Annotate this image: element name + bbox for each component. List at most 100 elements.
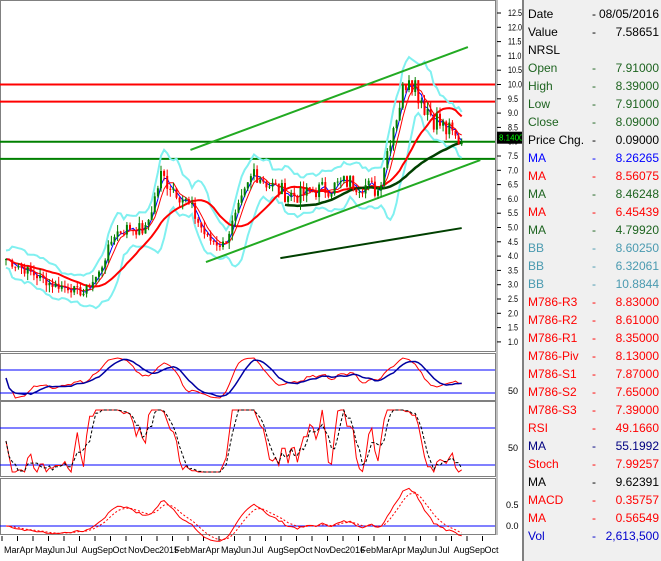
x-tick-label: Mar [190,545,206,555]
x-tick-label: Aug [268,545,284,555]
candle-body [420,100,423,104]
info-value: 55.1992 [615,439,659,453]
info-dash: - [592,313,596,327]
info-row: M786-Piv - 8.13000 [528,347,659,365]
candle-body [150,212,153,220]
candle-body [445,121,448,135]
candle-body [243,188,246,196]
info-dash: - [592,25,596,39]
candle-body [377,190,379,196]
x-tick-label: Feb [175,545,191,555]
info-label: Value [528,25,558,39]
candle-body [346,176,348,187]
candle-body [395,120,398,129]
candle-body [392,128,395,146]
candle-body [361,191,364,194]
candle-body [364,185,367,194]
info-value: 8.60250 [615,241,659,255]
candle-body [401,84,404,108]
info-label: MA [528,205,546,219]
candle-body [85,285,88,294]
info-value: 0.56549 [615,511,659,525]
candle-body [370,180,373,182]
candle-body [367,180,370,186]
candle-body [246,182,249,189]
info-row: M786-R3- 8.83000 [528,293,659,311]
candle-body [14,266,17,268]
info-value: 8.46248 [615,187,659,201]
candle-body [129,224,131,230]
candle-body [423,100,426,115]
y-tick-label: 9.5 [508,94,518,104]
candle-body [299,187,302,203]
info-dash: - [592,457,596,471]
info-value: 7.65000 [615,385,659,399]
info-label: Price Chg. [528,133,585,147]
candle-body [209,234,212,241]
info-row: Stoch - 7.99257 [528,455,659,473]
info-label: MA [528,169,546,183]
info-label: MA [528,187,546,201]
y-tick-label: 10.0 [508,80,522,90]
candle-body [231,220,234,234]
info-row: Low - 7.91000 [528,95,659,113]
info-label: RSI [528,421,549,435]
info-dash: - [592,529,596,543]
info-value: 8.83000 [615,295,659,309]
panel-frame [0,0,496,352]
info-value: 08/05/2016 [598,7,659,21]
candle-body [352,176,355,190]
candle-body [135,230,138,235]
x-tick-label: Mar [4,545,20,555]
candle-body [132,229,135,231]
candle-body [327,192,330,197]
candle-body [373,181,376,196]
info-value: 10.8844 [615,277,659,291]
y-tick-label: 4.5 [508,237,518,247]
candle-body [141,223,144,234]
y-tick-label: 11.5 [508,37,522,47]
candle-body [197,218,200,223]
y-tick-label: 1.5 [508,323,518,333]
candle-body [215,242,218,246]
info-label: MA [528,475,546,489]
candle-body [414,80,417,93]
candle-body [169,188,172,190]
candle-body [122,233,125,235]
candle-body [23,267,26,274]
candle-body [277,183,280,195]
info-row: MACD - 0.35757 [528,491,659,509]
candle-body [212,240,215,243]
candle-body [45,278,48,286]
candle-body [11,259,14,267]
info-row: Close - 8.09000 [528,113,659,131]
candle-body [290,192,293,197]
y-tick-label: 12.5 [508,8,522,18]
x-tick-label: Oct [299,545,314,555]
candle-body [79,287,82,296]
candle-body [163,170,166,176]
candle-body [336,181,339,183]
info-row: M786-R2- 8.61000 [528,311,659,329]
data-window: Date -08/05/2016 Value -7.58651 NRSL Open -7.9… [522,0,661,561]
candle-body [17,266,20,268]
candle-body [32,271,35,276]
info-label: M786-Piv [528,349,579,363]
info-value: 2,613,500 [605,529,659,543]
candle-body [435,113,438,130]
info-row: Vol -2,613,500 [528,527,659,545]
candle-body [454,130,457,136]
stock-chart[interactable]: 12.512.011.511.010.510.09.59.08.58.07.57… [0,0,522,561]
candle-body [116,231,119,237]
x-tick-label: Apr [392,545,406,555]
candle-body [249,176,252,183]
info-value: 7.91000 [615,97,659,111]
x-tick-label: Jun [51,545,66,555]
candle-body [153,196,156,213]
info-label: MA [528,511,546,525]
candle-body [181,199,184,203]
candle-body [426,109,429,115]
info-row: MA - 8.46248 [528,185,659,203]
info-row: BB - 8.60250 [528,239,659,257]
info-label: M786-R3 [528,295,578,309]
